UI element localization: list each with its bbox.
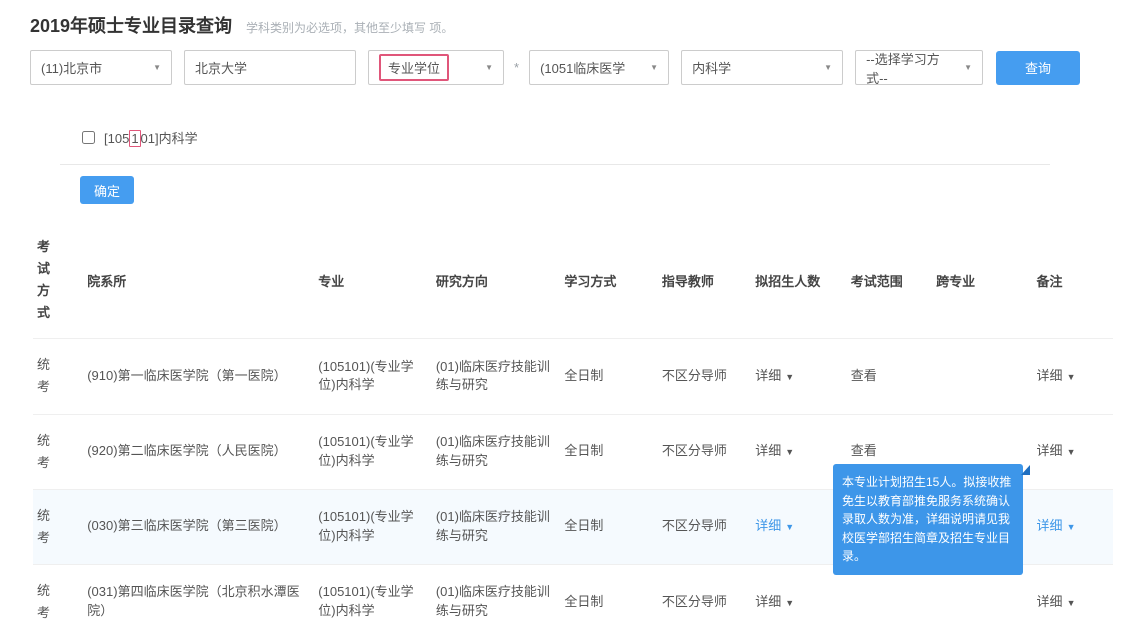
title-row: 2019年硕士专业目录查询 学科类别为必选项，其他至少填写 项。 <box>30 12 453 38</box>
remarks-detail-link[interactable]: 详细▼ <box>1037 594 1076 609</box>
mode-cell: 全日制 <box>560 414 657 489</box>
tutor-cell: 不区分导师 <box>658 489 751 564</box>
enrollment-detail-link[interactable]: 详细▼ <box>755 368 794 383</box>
enrollment-tooltip: 本专业计划招生15人。拟接收推免生以教育部推免服务系统确认录取人数为准，详细说明… <box>833 464 1023 575</box>
page: 2019年硕士专业目录查询 学科类别为必选项，其他至少填写 项。 (11)北京市… <box>0 0 1146 634</box>
chevron-down-icon: ▼ <box>964 63 972 72</box>
major-checkbox-row: [105101]内科学 <box>82 128 198 147</box>
province-select[interactable]: (11)北京市 ▼ <box>30 50 172 85</box>
table-row: 统考 (910)第一临床医学院（第一医院） (105101)(专业学位)内科学 … <box>33 339 1113 414</box>
page-subtitle: 学科类别为必选项，其他至少填写 项。 <box>246 19 453 36</box>
caret-down-icon: ▼ <box>785 372 794 382</box>
confirm-button[interactable]: 确定 <box>80 176 134 204</box>
header-cross-major: 跨专业 <box>932 222 1032 339</box>
chevron-down-icon: ▼ <box>485 63 493 72</box>
direction-cell: (01)临床医疗技能训练与研究 <box>432 339 561 414</box>
tooltip-arrow-icon <box>1021 465 1030 475</box>
tutor-cell: 不区分导师 <box>658 564 751 634</box>
required-mark: * <box>514 60 519 75</box>
cross-major-cell <box>932 339 1032 414</box>
caret-down-icon: ▼ <box>1067 598 1076 608</box>
header-research-direction: 研究方向 <box>432 222 561 339</box>
header-department: 院系所 <box>83 222 314 339</box>
degree-type-select-value: 专业学位 <box>379 54 449 81</box>
university-input[interactable] <box>184 50 356 85</box>
caret-down-icon: ▼ <box>1067 372 1076 382</box>
tooltip-text: 本专业计划招生15人。拟接收推免生以教育部推免服务系统确认录取人数为准，详细说明… <box>842 475 1011 563</box>
chevron-down-icon: ▼ <box>153 63 161 72</box>
major-select[interactable]: 内科学 ▼ <box>681 50 843 85</box>
mode-cell: 全日制 <box>560 564 657 634</box>
enrollment-detail-link[interactable]: 详细▼ <box>755 443 794 458</box>
caret-down-icon: ▼ <box>1067 522 1076 532</box>
divider <box>60 164 1050 165</box>
major-select-value: 内科学 <box>692 58 731 77</box>
mode-cell: 全日制 <box>560 339 657 414</box>
mode-cell: 全日制 <box>560 489 657 564</box>
filter-bar: (11)北京市 ▼ 专业学位 ▼ * (1051临床医学 ▼ 内科学 ▼ --选… <box>30 50 1116 85</box>
degree-type-select[interactable]: 专业学位 ▼ <box>368 50 504 85</box>
header-enrollment: 拟招生人数 <box>751 222 846 339</box>
study-mode-select[interactable]: --选择学习方式-- ▼ <box>855 50 983 85</box>
province-select-value: (11)北京市 <box>41 58 102 77</box>
department-cell: (031)第四临床医学院（北京积水潭医院） <box>83 564 314 634</box>
header-major: 专业 <box>314 222 432 339</box>
header-remarks: 备注 <box>1033 222 1113 339</box>
exam-scope-view-link[interactable]: 查看 <box>851 443 877 458</box>
major-checkbox-label: [105101]内科学 <box>104 128 198 147</box>
header-study-mode: 学习方式 <box>560 222 657 339</box>
highlighted-digit: 1 <box>129 130 140 147</box>
direction-cell: (01)临床医疗技能训练与研究 <box>432 564 561 634</box>
page-title: 2019年硕士专业目录查询 <box>30 12 232 38</box>
caret-down-icon: ▼ <box>1067 447 1076 457</box>
remarks-detail-link[interactable]: 详细▼ <box>1037 518 1076 533</box>
caret-down-icon: ▼ <box>785 522 794 532</box>
department-cell: (030)第三临床医学院（第三医院） <box>83 489 314 564</box>
department-cell: (920)第二临床医学院（人民医院） <box>83 414 314 489</box>
chevron-down-icon: ▼ <box>824 63 832 72</box>
remarks-detail-link[interactable]: 详细▼ <box>1037 368 1076 383</box>
department-cell: (910)第一临床医学院（第一医院） <box>83 339 314 414</box>
major-cell: (105101)(专业学位)内科学 <box>314 564 432 634</box>
enrollment-detail-link[interactable]: 详细▼ <box>755 518 794 533</box>
direction-cell: (01)临床医疗技能训练与研究 <box>432 414 561 489</box>
remarks-detail-link[interactable]: 详细▼ <box>1037 443 1076 458</box>
tutor-cell: 不区分导师 <box>658 414 751 489</box>
major-cell: (105101)(专业学位)内科学 <box>314 414 432 489</box>
tutor-cell: 不区分导师 <box>658 339 751 414</box>
direction-cell: (01)临床医疗技能训练与研究 <box>432 489 561 564</box>
caret-down-icon: ▼ <box>785 447 794 457</box>
query-button[interactable]: 查询 <box>996 51 1080 85</box>
enrollment-detail-link[interactable]: 详细▼ <box>755 594 794 609</box>
caret-down-icon: ▼ <box>785 598 794 608</box>
table-header-row: 考试方式 院系所 专业 研究方向 学习方式 指导教师 拟招生人数 考试范围 跨专… <box>33 222 1113 339</box>
major-cell: (105101)(专业学位)内科学 <box>314 339 432 414</box>
header-tutor: 指导教师 <box>658 222 751 339</box>
discipline-select[interactable]: (1051临床医学 ▼ <box>529 50 669 85</box>
major-checkbox[interactable] <box>82 131 95 144</box>
major-cell: (105101)(专业学位)内科学 <box>314 489 432 564</box>
header-exam-scope: 考试范围 <box>847 222 932 339</box>
discipline-select-value: (1051临床医学 <box>540 58 625 77</box>
header-exam-method: 考试方式 <box>33 222 83 339</box>
exam-scope-view-link[interactable]: 查看 <box>851 368 877 383</box>
study-mode-select-value: --选择学习方式-- <box>866 49 956 87</box>
chevron-down-icon: ▼ <box>650 63 658 72</box>
